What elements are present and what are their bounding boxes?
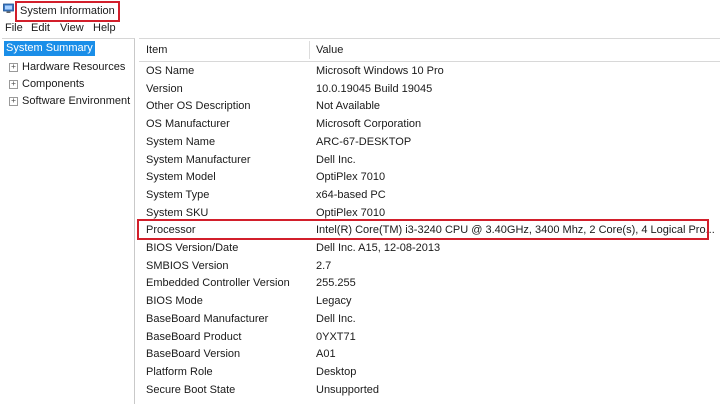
row-value: 0YXT71 — [316, 330, 356, 343]
row-value: Unsupported — [316, 383, 379, 396]
expand-icon[interactable]: + — [9, 97, 18, 106]
row-item: SMBIOS Version — [146, 259, 229, 272]
row-value: Dell Inc. — [316, 312, 356, 325]
row-item: System Model — [146, 171, 216, 184]
row-value: Desktop — [316, 365, 357, 378]
row-item: System Manufacturer — [146, 153, 251, 166]
row-value: Microsoft Corporation — [316, 118, 422, 131]
row-value: Dell Inc. — [316, 153, 356, 166]
table-row[interactable]: Other OS Description Not Available — [139, 98, 720, 116]
table-row[interactable]: BIOS Version/Date Dell Inc. A15, 12-08-20… — [139, 240, 720, 258]
menu-help[interactable]: Help — [93, 21, 116, 36]
row-value: 255.255 — [316, 277, 356, 290]
tree-item-software-environment[interactable]: + Software Environment — [9, 94, 130, 109]
row-value: Microsoft Windows 10 Pro — [316, 65, 444, 77]
row-item: Secure Boot State — [146, 383, 236, 396]
row-item: OS Name — [146, 65, 195, 77]
row-item: BaseBoard Manufacturer — [146, 312, 269, 325]
table-row[interactable]: Embedded Controller Version 255.255 — [139, 275, 720, 293]
row-value: A01 — [316, 348, 336, 361]
row-item: System SKU — [146, 206, 209, 219]
system-information-icon — [3, 3, 14, 13]
row-item: System Name — [146, 135, 216, 148]
table-row[interactable]: BIOS Mode Legacy — [139, 293, 720, 311]
table-row[interactable]: BaseBoard Version A01 — [139, 346, 720, 364]
expand-icon[interactable]: + — [9, 80, 18, 89]
table-row[interactable]: System Name ARC-67-DESKTOP — [139, 134, 720, 152]
table-row[interactable]: BaseBoard Product 0YXT71 — [139, 329, 720, 347]
table-row[interactable]: System SKU OptiPlex 7010 — [139, 205, 720, 223]
table-row[interactable]: System Manufacturer Dell Inc. — [139, 152, 720, 170]
row-value: ARC-67-DESKTOP — [316, 135, 412, 148]
table-row[interactable]: BaseBoard Manufacturer Dell Inc. — [139, 311, 720, 329]
menu-bar: File Edit View Help — [0, 20, 720, 37]
table-row[interactable]: Secure Boot State Unsupported — [139, 382, 720, 400]
tree-item-label: Components — [22, 78, 85, 90]
summary-table: Item Value OS Name Microsoft Windows 10 P… — [139, 38, 720, 404]
row-value: Legacy — [316, 295, 352, 308]
row-item: Version — [146, 82, 183, 95]
table-row[interactable]: System Type x64-based PC — [139, 187, 720, 205]
row-value: OptiPlex 7010 — [316, 171, 386, 184]
title-bar: System Information — [0, 0, 720, 22]
row-item: System Type — [146, 188, 210, 201]
table-row[interactable]: Version 10.0.19045 Build 19045 — [139, 81, 720, 99]
tree-item-hardware-resources[interactable]: + Hardware Resources — [9, 60, 125, 75]
tree-item-system-summary[interactable]: System Summary — [4, 41, 95, 56]
menu-file[interactable]: File — [5, 21, 23, 36]
column-divider[interactable] — [309, 41, 310, 59]
tree-item-components[interactable]: + Components — [9, 77, 84, 92]
row-item: BaseBoard Version — [146, 348, 241, 361]
row-value: 2.7 — [316, 259, 332, 272]
row-value: x64-based PC — [316, 188, 386, 201]
table-row[interactable]: OS Manufacturer Microsoft Corporation — [139, 116, 720, 134]
row-item: BaseBoard Product — [146, 330, 242, 343]
window-title: System Information — [15, 1, 120, 22]
row-value: Intel(R) Core(TM) i3-3240 CPU @ 3.40GHz,… — [316, 224, 715, 237]
row-item: Other OS Description — [146, 100, 251, 113]
table-row[interactable]: Platform Role Desktop — [139, 364, 720, 382]
category-tree: System Summary + Hardware Resources + Comp… — [2, 38, 135, 404]
row-item: BIOS Mode — [146, 295, 203, 308]
table-header: Item Value — [139, 38, 720, 62]
table-row[interactable]: OS Name Microsoft Windows 10 Pro — [139, 63, 720, 81]
menu-view[interactable]: View — [60, 21, 84, 36]
row-item: OS Manufacturer — [146, 118, 230, 131]
column-header-value[interactable]: Value — [316, 39, 343, 61]
menu-edit[interactable]: Edit — [31, 21, 50, 36]
tree-item-label: Hardware Resources — [22, 61, 126, 73]
row-value: OptiPlex 7010 — [316, 206, 386, 219]
row-item: Processor — [146, 224, 196, 237]
row-item: Embedded Controller Version — [146, 277, 290, 290]
table-row[interactable]: SMBIOS Version 2.7 — [139, 258, 720, 276]
tree-item-label: Software Environment — [22, 95, 131, 107]
column-header-item[interactable]: Item — [146, 39, 167, 61]
row-value: 10.0.19045 Build 19045 — [316, 82, 433, 95]
table-row-processor[interactable]: Processor Intel(R) Core(TM) i3-3240 CPU @… — [139, 222, 720, 240]
table-row[interactable]: System Model OptiPlex 7010 — [139, 169, 720, 187]
row-value: Not Available — [316, 100, 381, 113]
row-value: Dell Inc. A15, 12-08-2013 — [316, 242, 441, 254]
row-item: BIOS Version/Date — [146, 242, 239, 254]
expand-icon[interactable]: + — [9, 63, 18, 72]
row-item: Platform Role — [146, 365, 213, 378]
